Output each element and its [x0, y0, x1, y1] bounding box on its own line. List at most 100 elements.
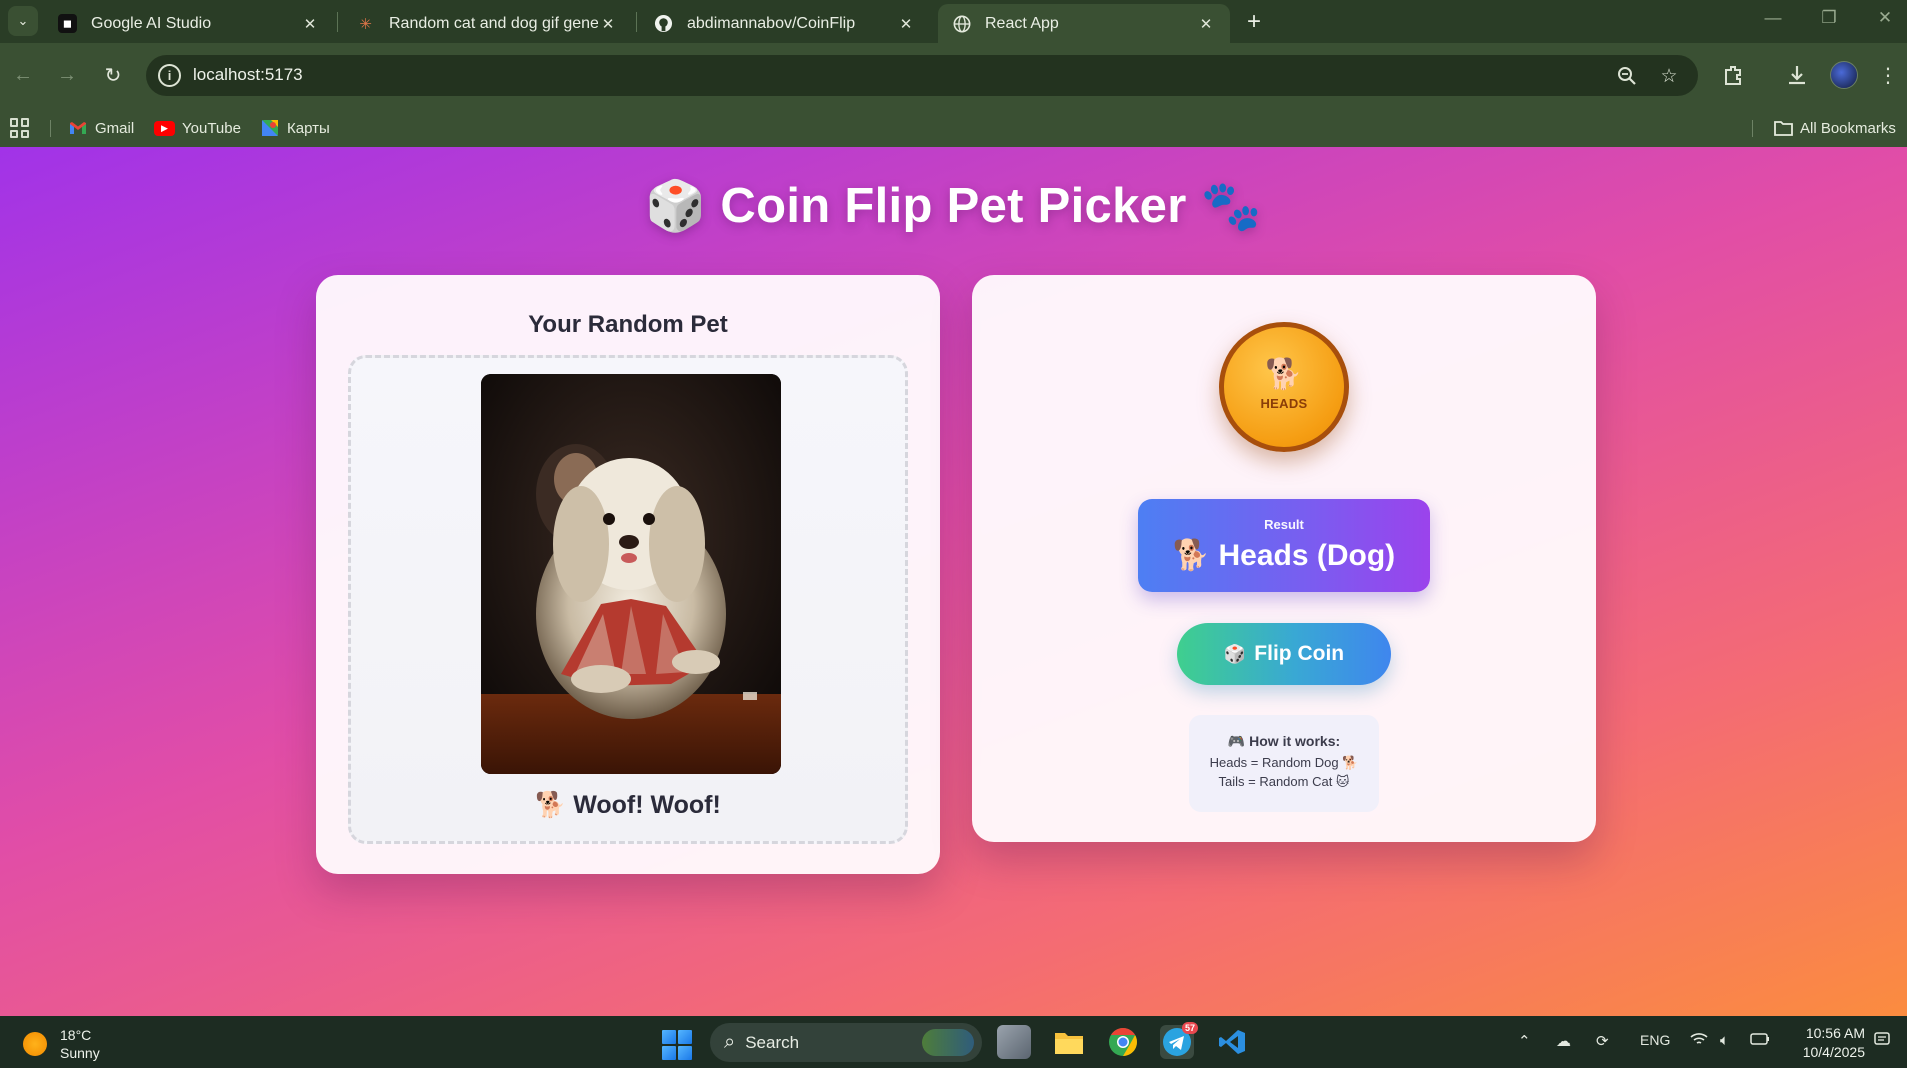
clock-time[interactable]: 10:56 AM: [1795, 1025, 1865, 1041]
maps-icon: [260, 118, 280, 138]
dice-icon: 🎲: [1223, 643, 1247, 664]
file-explorer-icon[interactable]: [1052, 1025, 1086, 1059]
coin-side-label: HEADS: [1260, 396, 1308, 411]
forward-icon[interactable]: →: [52, 60, 82, 90]
tab-random-cat-dog[interactable]: ✳ Random cat and dog gif genera ✕: [342, 4, 632, 43]
close-icon[interactable]: ✕: [300, 15, 320, 33]
notification-icon[interactable]: [1874, 1032, 1890, 1052]
task-view-icon[interactable]: [997, 1025, 1031, 1059]
pet-card: Your Random Pet 🐕 Woof! Woof!: [316, 275, 940, 874]
close-icon[interactable]: ✕: [598, 15, 618, 33]
bookmark-separator: [1752, 120, 1753, 137]
tab-react-app[interactable]: React App ✕: [938, 4, 1230, 43]
flip-coin-button[interactable]: 🎲 Flip Coin: [1177, 623, 1391, 685]
reload-icon[interactable]: ↻: [98, 60, 128, 90]
gmail-icon: [68, 118, 88, 138]
tab-github-coinflip[interactable]: abdimannabov/CoinFlip ✕: [640, 4, 930, 43]
profile-avatar[interactable]: [1830, 61, 1858, 89]
how-it-works-tails: Tails = Random Cat 🐱: [1218, 774, 1350, 789]
address-text[interactable]: localhost:5173: [193, 65, 303, 85]
github-icon: [654, 14, 673, 33]
extensions-icon[interactable]: [1718, 60, 1748, 90]
volume-icon[interactable]: 🔈︎: [1720, 1032, 1729, 1049]
google-ai-studio-icon: ◼: [58, 14, 77, 33]
bookmark-label: YouTube: [182, 119, 241, 137]
download-icon[interactable]: [1782, 60, 1812, 90]
tab-search-button[interactable]: ⌄: [8, 6, 38, 36]
wifi-icon[interactable]: [1690, 1032, 1708, 1050]
browser-tab-bar: ⌄ ◼ Google AI Studio ✕ ✳ Random cat and …: [0, 0, 1907, 43]
pet-caption: 🐕 Woof! Woof!: [535, 791, 721, 819]
result-box: Result 🐕 Heads (Dog): [1138, 499, 1430, 592]
all-bookmarks-label: All Bookmarks: [1800, 119, 1896, 137]
weather-condition[interactable]: Sunny: [60, 1045, 100, 1061]
windows-start-icon[interactable]: [662, 1030, 692, 1060]
pet-image: [481, 374, 781, 774]
bookmarks-bar: Gmail ▶ YouTube Карты All Bookmarks: [0, 108, 1907, 147]
dog-photo: [481, 374, 781, 774]
window-close-icon[interactable]: ✕: [1865, 8, 1905, 28]
bookmark-star-icon[interactable]: ☆: [1656, 63, 1682, 89]
address-bar[interactable]: i localhost:5173 ☆: [146, 55, 1698, 96]
battery-icon[interactable]: [1750, 1032, 1770, 1049]
clock-date[interactable]: 10/4/2025: [1795, 1044, 1865, 1060]
taskbar-search[interactable]: ⌕ Search: [710, 1023, 982, 1062]
apps-grid-icon[interactable]: [10, 118, 30, 138]
tab-separator: [337, 12, 338, 32]
minimize-icon[interactable]: —: [1753, 8, 1793, 28]
result-label: Result: [1264, 517, 1304, 532]
zoom-icon[interactable]: [1614, 63, 1640, 89]
taskbar-search-label: Search: [745, 1032, 800, 1052]
youtube-icon: ▶: [154, 120, 175, 136]
bookmark-label: Карты: [287, 119, 330, 137]
coin[interactable]: 🐕 HEADS: [1219, 322, 1349, 452]
search-icon: ⌕: [724, 1031, 736, 1053]
onedrive-icon[interactable]: ☁: [1556, 1032, 1571, 1050]
bookmark-maps[interactable]: Карты: [260, 115, 330, 141]
tab-separator: [636, 12, 637, 32]
restore-icon[interactable]: ❐: [1809, 8, 1849, 28]
vscode-icon[interactable]: [1215, 1025, 1249, 1059]
bookmark-separator: [50, 120, 51, 137]
close-icon[interactable]: ✕: [1196, 15, 1216, 33]
flip-coin-label: Flip Coin: [1254, 642, 1345, 665]
chrome-icon[interactable]: [1106, 1025, 1140, 1059]
bookmark-gmail[interactable]: Gmail: [68, 115, 134, 141]
back-icon[interactable]: ←: [8, 60, 38, 90]
close-icon[interactable]: ✕: [896, 15, 916, 33]
telegram-badge: 57: [1181, 1022, 1198, 1034]
telegram-icon[interactable]: 57: [1160, 1022, 1198, 1059]
folder-icon: [1773, 118, 1793, 138]
browser-toolbar: ← → ↻ i localhost:5173 ☆ ⋮: [0, 43, 1907, 108]
tab-title: React App: [985, 14, 1059, 32]
coin-card: 🐕 HEADS Result 🐕 Heads (Dog) 🎲 Flip Coin…: [972, 275, 1596, 842]
paw-icon: 🐾: [1200, 179, 1262, 234]
bookmark-label: Gmail: [95, 119, 135, 137]
app-title: 🎲 Coin Flip Pet Picker 🐾: [0, 175, 1907, 235]
globe-icon: [952, 14, 971, 33]
site-info-icon[interactable]: i: [158, 64, 181, 87]
how-it-works-box: 🎮 How it works: Heads = Random Dog 🐕 Tai…: [1189, 715, 1379, 812]
tab-title: Random cat and dog gif genera: [389, 14, 598, 32]
result-value: 🐕 Heads (Dog): [1172, 539, 1396, 572]
windows-taskbar: 18°C Sunny ⌕ Search 57 ⌃ ☁ ⟳ ENG 🔈︎ 10:5…: [0, 1016, 1907, 1068]
tab-title: Google AI Studio: [91, 14, 212, 32]
all-bookmarks-button[interactable]: All Bookmarks: [1773, 115, 1896, 141]
weather-temperature[interactable]: 18°C: [60, 1027, 91, 1043]
new-tab-button[interactable]: +: [1240, 8, 1268, 36]
page-viewport: 🎲 Coin Flip Pet Picker 🐾 Your Random Pet: [0, 147, 1907, 1016]
search-highlight-image: [922, 1029, 974, 1056]
claude-icon: ✳: [359, 15, 372, 33]
weather-sun-icon[interactable]: [23, 1032, 47, 1056]
tab-title: abdimannabov/CoinFlip: [687, 14, 856, 32]
menu-kebab-icon[interactable]: ⋮: [1873, 60, 1903, 90]
pet-display-frame: 🐕 Woof! Woof!: [348, 355, 908, 844]
language-indicator[interactable]: ENG: [1640, 1032, 1670, 1048]
sync-icon[interactable]: ⟳: [1596, 1032, 1609, 1050]
dice-icon: 🎲: [645, 179, 707, 234]
tray-overflow-icon[interactable]: ⌃: [1518, 1032, 1531, 1050]
tab-google-ai-studio[interactable]: ◼ Google AI Studio ✕: [44, 4, 334, 43]
bookmark-youtube[interactable]: ▶ YouTube: [154, 115, 241, 141]
pet-card-heading: Your Random Pet: [528, 311, 728, 338]
dog-icon: 🐕: [1265, 358, 1303, 391]
